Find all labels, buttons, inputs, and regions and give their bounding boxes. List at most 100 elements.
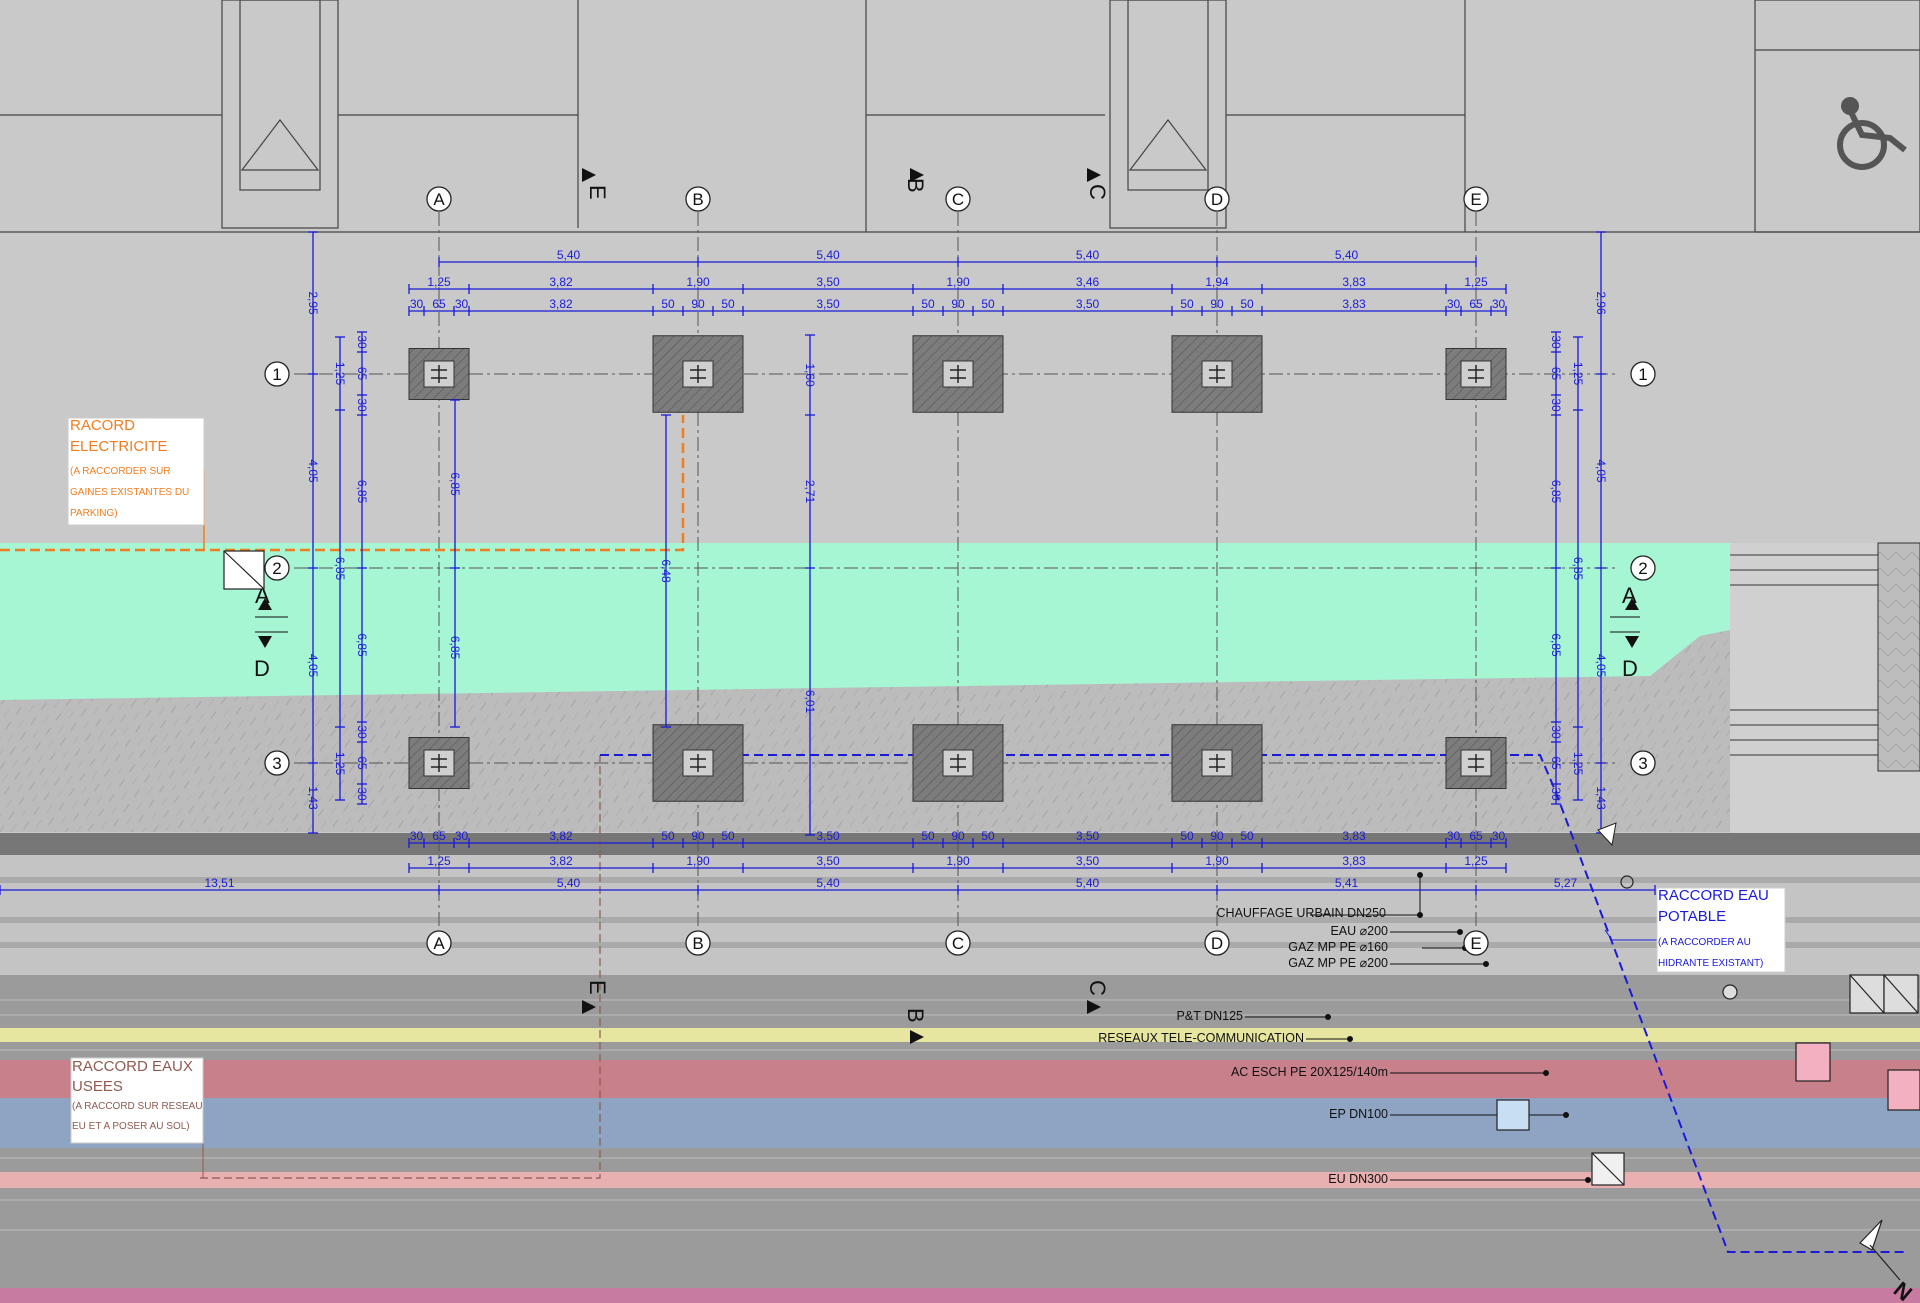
utility-label-ep: EP DN100 bbox=[1329, 1107, 1388, 1121]
utility-label-gas-160: GAZ MP PE ⌀160 bbox=[1288, 940, 1388, 954]
section-marker-c-top: C bbox=[1085, 184, 1110, 200]
dim-right-fine-label: 30 bbox=[1549, 787, 1563, 801]
telecom-band bbox=[0, 1028, 1920, 1042]
dim-bottom-row3-label: 5,40 bbox=[1076, 876, 1100, 890]
section-marker-b-bottom: B bbox=[903, 1008, 928, 1023]
dim-left-fine-label: 30 bbox=[355, 398, 369, 412]
utility-label-ac: AC ESCH PE 20X125/140m bbox=[1231, 1065, 1388, 1079]
dim-left-main-label-wrap: 4,05 bbox=[306, 654, 320, 678]
dim-center-label: 1,60 bbox=[803, 363, 817, 387]
dim-bottom-row1-label: 30 bbox=[410, 829, 424, 843]
dim-right-main-label-wrap: 4,05 bbox=[1594, 459, 1608, 483]
dim-center-label: 2,71 bbox=[803, 480, 817, 504]
footing bbox=[1171, 335, 1263, 413]
dim-top-row3-label: 90 bbox=[1210, 297, 1224, 311]
dim-bottom-row2-label: 1,90 bbox=[686, 854, 710, 868]
dim-left-fine-label-wrap: 6,85 bbox=[355, 480, 369, 504]
dim-right-inner-label-wrap: 6,85 bbox=[1571, 557, 1585, 581]
dim-top-row3-label: 30 bbox=[410, 297, 424, 311]
dim-left-main-label-wrap: 2,95 bbox=[306, 291, 320, 315]
grid-bubble-top-d-label: D bbox=[1211, 190, 1223, 209]
dim-right-fine-label: 30 bbox=[1549, 725, 1563, 739]
footing bbox=[408, 737, 470, 789]
dim-bottom-row2-label: 1,25 bbox=[427, 854, 451, 868]
dim-top-row2-label: 1,94 bbox=[1205, 275, 1229, 289]
bottom-band bbox=[0, 1288, 1920, 1303]
section-marker-b-top: B bbox=[903, 178, 928, 193]
dim-col-a-label-wrap: 6,85 bbox=[448, 636, 462, 660]
grid-bubble-bottom-c: C bbox=[945, 930, 971, 956]
dim-right-fine-label: 65 bbox=[1549, 367, 1563, 381]
dim-center-label: 6,01 bbox=[803, 690, 817, 714]
dim-col-a-label: 6,85 bbox=[448, 472, 462, 496]
grid-bubble-bottom-b: B bbox=[685, 930, 711, 956]
dim-bottom-row2-label: 1,90 bbox=[946, 854, 970, 868]
dim-bottom-row1-label: 30 bbox=[1492, 829, 1506, 843]
grid-bubble-top-a-label: A bbox=[433, 190, 445, 209]
dim-col-a-label: 6,85 bbox=[448, 636, 462, 660]
dim-top-row2-label: 3,82 bbox=[549, 275, 573, 289]
dim-bottom-row3-label: 5,41 bbox=[1335, 876, 1359, 890]
hydrant-icon bbox=[223, 550, 265, 590]
grid-bubble-left-1: 1 bbox=[264, 361, 290, 387]
dim-right-fine-label-wrap: 30 bbox=[1549, 787, 1563, 801]
footing bbox=[912, 335, 1004, 413]
grid-bubble-left-3: 3 bbox=[264, 750, 290, 776]
callout-water: RACCORD EAU POTABLE (A RACCORDER AU HIDR… bbox=[1656, 887, 1786, 973]
dim-right-main-label-wrap: 4,05 bbox=[1594, 654, 1608, 678]
grid-bubble-right-3-label: 3 bbox=[1638, 754, 1647, 773]
footing bbox=[652, 724, 744, 802]
grid-bubble-top-b: B bbox=[685, 186, 711, 212]
footing bbox=[1171, 724, 1263, 802]
dim-left-inner-label: 1,25 bbox=[333, 752, 347, 776]
dim-bottom-row1-label: 3,82 bbox=[549, 829, 573, 843]
dim-left-main-label-wrap: 1,43 bbox=[306, 786, 320, 810]
dim-top-row2-label: 1,25 bbox=[1464, 275, 1488, 289]
grid-bubble-bottom-b-label: B bbox=[692, 934, 703, 953]
dim-top-overall-label: 5,40 bbox=[1076, 248, 1100, 262]
dim-col-b-label-wrap: 6,48 bbox=[659, 559, 673, 583]
grid-bubble-bottom-e-label: E bbox=[1470, 934, 1481, 953]
grid-bubble-left-1-label: 1 bbox=[272, 365, 281, 384]
grid-bubble-bottom-a-label: A bbox=[433, 934, 445, 953]
dim-left-fine-label-wrap: 65 bbox=[355, 756, 369, 770]
dim-top-row3-label: 50 bbox=[981, 297, 995, 311]
eu-band bbox=[0, 1172, 1920, 1188]
grid-bubble-left-2: 2 bbox=[264, 555, 290, 581]
grid-bubble-top-c-label: C bbox=[952, 190, 964, 209]
dim-right-fine-label: 30 bbox=[1549, 335, 1563, 349]
grid-bubble-bottom-e: E bbox=[1463, 930, 1489, 956]
callout-electricity-title1: RACORD bbox=[70, 417, 135, 434]
dim-right-fine-label-wrap: 65 bbox=[1549, 756, 1563, 770]
dim-top-overall-label: 5,40 bbox=[1335, 248, 1359, 262]
grid-bubble-bottom-d: D bbox=[1204, 930, 1230, 956]
dim-bottom-row1-label: 50 bbox=[921, 829, 935, 843]
dim-top-row2-label: 3,50 bbox=[816, 275, 840, 289]
dim-top-row3-label: 3,50 bbox=[1076, 297, 1100, 311]
dim-right-inner-label: 1,25 bbox=[1571, 752, 1585, 776]
dim-right-main-label-wrap: 2,96 bbox=[1594, 291, 1608, 315]
dim-right-main-label-wrap: 1,43 bbox=[1594, 786, 1608, 810]
dim-top-row3-label: 50 bbox=[661, 297, 675, 311]
dim-top-row3-label: 30 bbox=[1447, 297, 1461, 311]
dim-bottom-row1-label: 90 bbox=[1210, 829, 1224, 843]
dim-left-inner-label: 6,85 bbox=[333, 557, 347, 581]
callout-electricity-sub3: PARKING) bbox=[70, 508, 118, 519]
dim-bottom-row1-label: 50 bbox=[1180, 829, 1194, 843]
dim-top-overall-label: 5,40 bbox=[557, 248, 581, 262]
dim-left-fine-label-wrap: 30 bbox=[355, 725, 369, 739]
dim-right-inner-label: 1,25 bbox=[1571, 362, 1585, 386]
dim-left-main-label: 1,43 bbox=[306, 786, 320, 810]
section-marker-d-right: D bbox=[1622, 656, 1638, 681]
dim-bottom-row1-label: 50 bbox=[981, 829, 995, 843]
dim-top-overall-label: 5,40 bbox=[816, 248, 840, 262]
dim-left-fine-label-wrap: 30 bbox=[355, 398, 369, 412]
dim-bottom-row1-label: 90 bbox=[951, 829, 965, 843]
grid-bubble-right-1: 1 bbox=[1630, 361, 1656, 387]
section-marker-d-left: D bbox=[254, 656, 270, 681]
dim-right-fine-label: 65 bbox=[1549, 756, 1563, 770]
dim-top-row3-label: 90 bbox=[691, 297, 705, 311]
callout-sewer-title1: RACCORD EAUX bbox=[72, 1058, 193, 1075]
dim-top-row3-label: 30 bbox=[455, 297, 469, 311]
callout-sewer-title2: USEES bbox=[72, 1078, 123, 1095]
